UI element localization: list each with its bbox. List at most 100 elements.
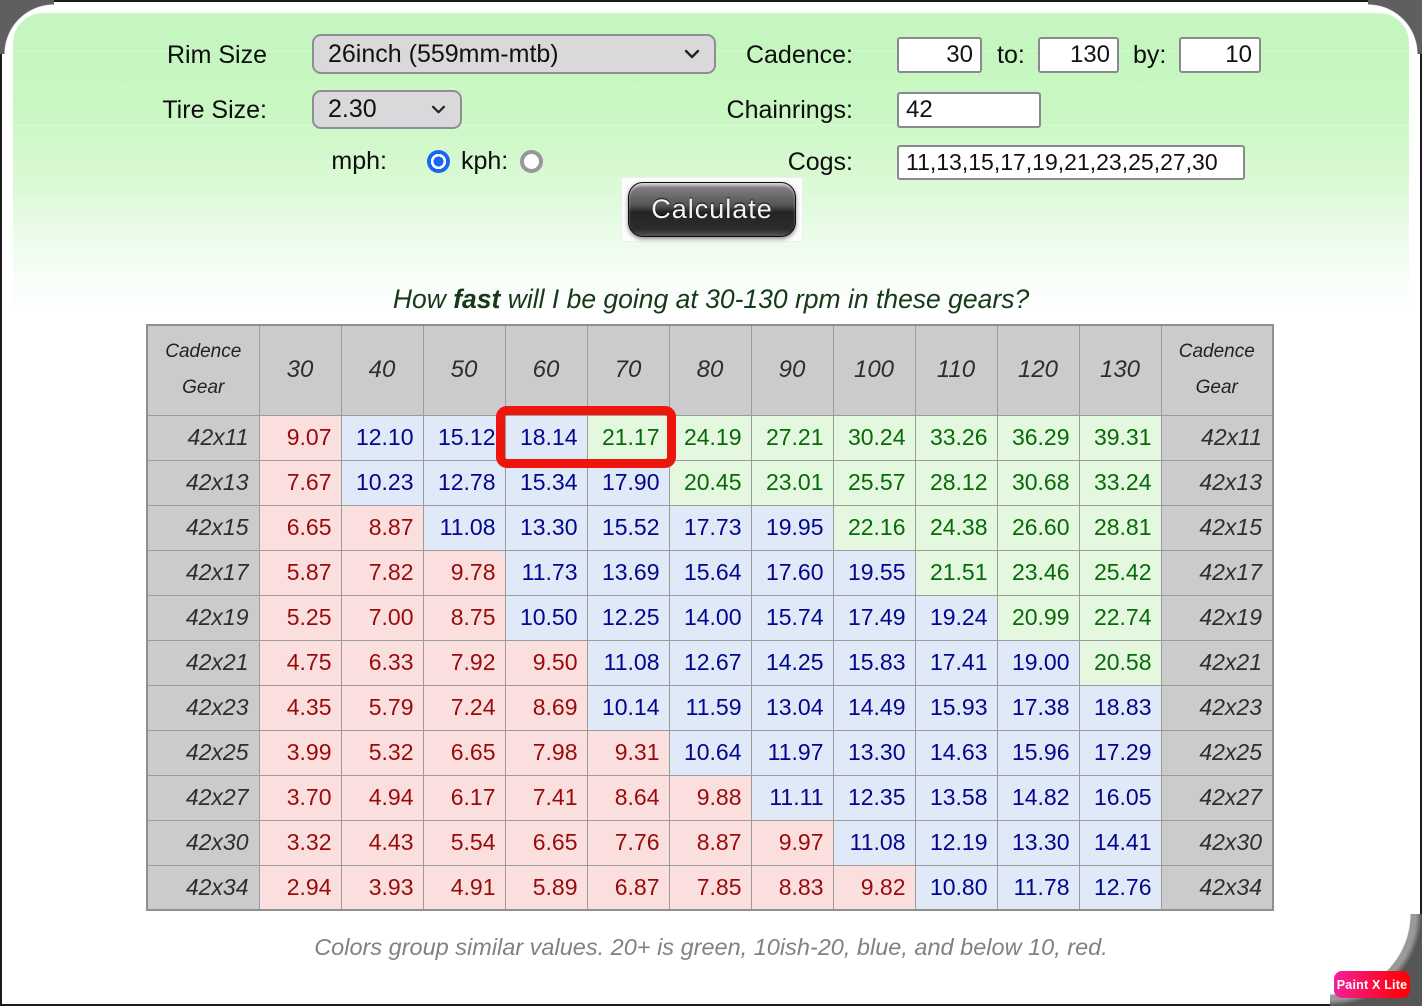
rim-size-select[interactable]: 26inch (559mm-mtb)	[312, 34, 716, 74]
speed-cell: 10.64	[669, 730, 751, 775]
speed-cell: 2.94	[259, 865, 341, 910]
form-panel: Rim Size 26inch (559mm-mtb) Tire Size: 2…	[13, 13, 1409, 313]
speed-cell: 5.79	[341, 685, 423, 730]
gear-cell: 42x34	[1161, 865, 1273, 910]
speed-cell: 19.55	[833, 550, 915, 595]
speed-cell: 28.81	[1079, 505, 1161, 550]
calculate-button[interactable]: Calculate	[628, 182, 796, 237]
speed-cell: 9.31	[587, 730, 669, 775]
speed-cell: 3.99	[259, 730, 341, 775]
gear-cell: 42x25	[147, 730, 259, 775]
cogs-input[interactable]	[897, 145, 1245, 180]
gear-cell: 42x34	[147, 865, 259, 910]
speed-cell: 10.50	[505, 595, 587, 640]
speed-cell: 15.52	[587, 505, 669, 550]
cadence-header-cell: 100	[833, 325, 915, 415]
cadence-gear-corner-cell: CadenceGear	[1161, 325, 1273, 415]
speed-cell: 25.42	[1079, 550, 1161, 595]
speed-cell: 7.24	[423, 685, 505, 730]
speed-table-body: CadenceGear30405060708090100110120130Cad…	[147, 325, 1273, 910]
speed-cell: 19.95	[751, 505, 833, 550]
speed-cell: 17.90	[587, 460, 669, 505]
speed-cell: 9.88	[669, 775, 751, 820]
speed-cell: 4.75	[259, 640, 341, 685]
gear-cell: 42x25	[1161, 730, 1273, 775]
speed-cell: 15.74	[751, 595, 833, 640]
speed-cell: 11.11	[751, 775, 833, 820]
speed-cell: 6.65	[259, 505, 341, 550]
speed-cell: 19.24	[915, 595, 997, 640]
speed-cell: 15.64	[669, 550, 751, 595]
speed-cell: 8.64	[587, 775, 669, 820]
mph-label: mph:	[331, 147, 387, 176]
speed-cell: 28.12	[915, 460, 997, 505]
speed-cell: 15.93	[915, 685, 997, 730]
table-row: 42x303.324.435.546.657.768.879.9711.0812…	[147, 820, 1273, 865]
speed-cell: 6.87	[587, 865, 669, 910]
speed-cell: 11.78	[997, 865, 1079, 910]
speed-cell: 9.97	[751, 820, 833, 865]
gear-cell: 42x17	[1161, 550, 1273, 595]
gear-cell: 42x11	[1161, 415, 1273, 460]
speed-cell: 8.69	[505, 685, 587, 730]
speed-cell: 15.12	[423, 415, 505, 460]
cadence-from-input[interactable]	[897, 37, 982, 73]
speed-cell: 8.83	[751, 865, 833, 910]
cadence-gear-corner-cell: CadenceGear	[147, 325, 259, 415]
calculate-button-frame: Calculate	[622, 178, 802, 241]
tire-size-select[interactable]: 2.30	[312, 90, 462, 129]
mph-radio[interactable]	[427, 150, 450, 173]
speed-cell: 20.45	[669, 460, 751, 505]
speed-cell: 17.49	[833, 595, 915, 640]
speed-cell: 5.89	[505, 865, 587, 910]
table-row: 42x273.704.946.177.418.649.8811.1112.351…	[147, 775, 1273, 820]
speed-cell: 9.78	[423, 550, 505, 595]
speed-cell: 12.76	[1079, 865, 1161, 910]
speed-cell: 33.24	[1079, 460, 1161, 505]
speed-cell: 4.35	[259, 685, 341, 730]
gear-cell: 42x19	[1161, 595, 1273, 640]
rim-size-value: 26inch (559mm-mtb)	[328, 40, 559, 69]
table-row: 42x175.877.829.7811.7313.6915.6417.6019.…	[147, 550, 1273, 595]
speed-cell: 16.05	[1079, 775, 1161, 820]
speed-cell: 6.65	[505, 820, 587, 865]
speed-cell: 11.97	[751, 730, 833, 775]
speed-cell: 33.26	[915, 415, 997, 460]
speed-cell: 11.08	[587, 640, 669, 685]
cadence-header-cell: 80	[669, 325, 751, 415]
speed-cell: 22.16	[833, 505, 915, 550]
cadence-header-cell: 90	[751, 325, 833, 415]
cadence-header-cell: 50	[423, 325, 505, 415]
speed-cell: 18.83	[1079, 685, 1161, 730]
speed-cell: 7.76	[587, 820, 669, 865]
speed-cell: 12.10	[341, 415, 423, 460]
speed-cell: 30.68	[997, 460, 1079, 505]
speed-cell: 5.87	[259, 550, 341, 595]
speed-cell: 15.34	[505, 460, 587, 505]
cadence-by-input[interactable]	[1179, 37, 1261, 73]
chainrings-input[interactable]	[897, 92, 1041, 128]
cadence-to-input[interactable]	[1038, 37, 1119, 73]
rim-size-label: Rim Size	[167, 41, 267, 70]
table-header-row: CadenceGear30405060708090100110120130Cad…	[147, 325, 1273, 415]
gear-cell: 42x17	[147, 550, 259, 595]
speed-cell: 10.23	[341, 460, 423, 505]
speed-cell: 7.67	[259, 460, 341, 505]
speed-cell: 9.07	[259, 415, 341, 460]
gear-cell: 42x13	[147, 460, 259, 505]
speed-cell: 6.65	[423, 730, 505, 775]
speed-cell: 13.69	[587, 550, 669, 595]
speed-cell: 3.32	[259, 820, 341, 865]
kph-label: kph:	[461, 147, 508, 176]
table-row: 42x119.0712.1015.1218.1421.1724.1927.213…	[147, 415, 1273, 460]
gear-cell: 42x27	[1161, 775, 1273, 820]
kph-radio[interactable]	[520, 150, 543, 173]
speed-cell: 25.57	[833, 460, 915, 505]
speed-cell: 24.38	[915, 505, 997, 550]
speed-cell: 17.41	[915, 640, 997, 685]
speed-cell: 13.30	[833, 730, 915, 775]
speed-cell: 15.96	[997, 730, 1079, 775]
speed-cell: 13.30	[997, 820, 1079, 865]
heading-bold: fast	[453, 284, 500, 314]
speed-cell: 27.21	[751, 415, 833, 460]
